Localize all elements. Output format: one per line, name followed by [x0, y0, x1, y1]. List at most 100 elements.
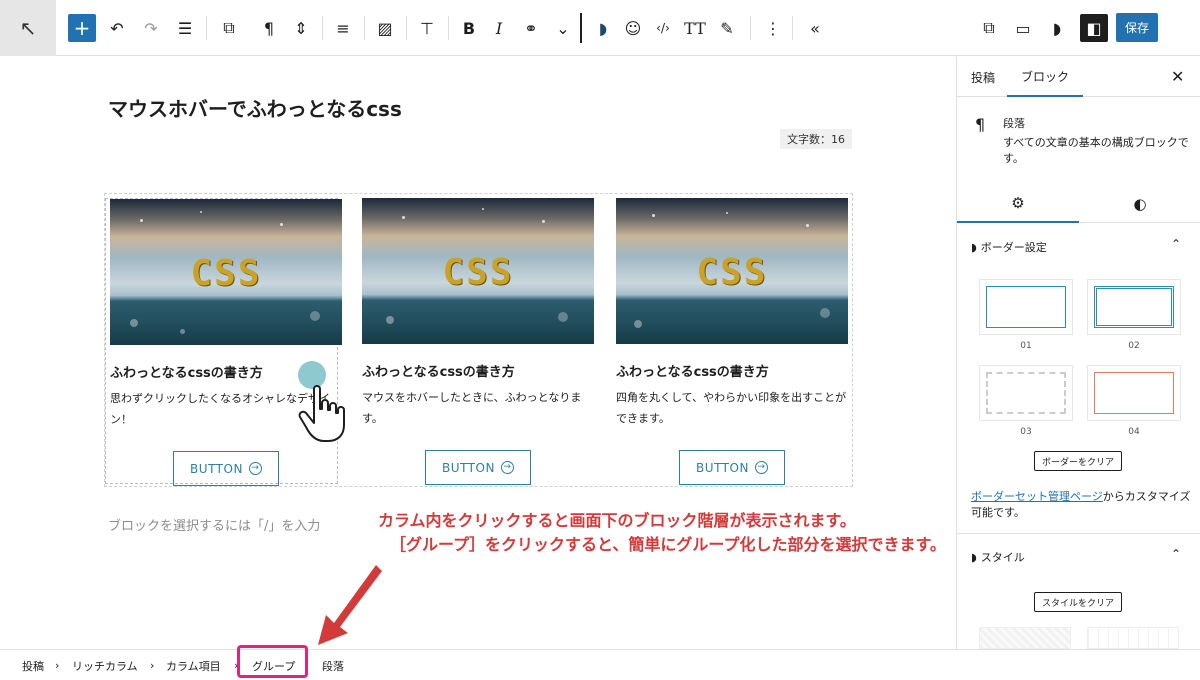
breadcrumb-item-post[interactable]: 投稿 [22, 650, 44, 680]
tab-post[interactable]: 投稿 [971, 57, 995, 97]
clear-style-button[interactable]: スタイルをクリア [1034, 592, 1123, 612]
toolbar-divider [750, 16, 751, 40]
select-arrow-icon[interactable]: ↖ [0, 0, 56, 56]
css-logo-text: CSS [442, 252, 514, 293]
border-panel-title: ボーダー設定 [980, 241, 1047, 254]
border-option-label: 01 [1020, 341, 1032, 351]
border-panel-header[interactable]: ◗ ボーダー設定 [971, 239, 1047, 255]
highlighter-icon[interactable]: ✎ [714, 14, 740, 42]
external-preview-icon[interactable]: ⧉ [976, 14, 1002, 42]
chevron-up-icon[interactable]: ⌃ [1171, 237, 1181, 251]
toolbar-divider [322, 16, 323, 40]
column-button[interactable]: BUTTON → [173, 451, 279, 486]
block-breadcrumb: 投稿 › リッチカラム › カラム項目 › グループ 段落 [0, 645, 1200, 680]
border-option[interactable] [979, 365, 1073, 421]
column-image: CSS [110, 199, 342, 345]
font-size-icon[interactable]: TT [682, 14, 708, 42]
rich-columns-block[interactable]: CSS ふわっとなるcssの書き方 思わずクリックしたくなるオシャレなデザイン！… [104, 193, 853, 487]
settings-subtabs: ⚙ ◐ [957, 185, 1200, 223]
chevron-down-icon[interactable]: ⌄ [550, 14, 576, 42]
border-option[interactable] [979, 279, 1073, 335]
more-options-icon[interactable]: ⋮ [760, 14, 786, 42]
style-panel-header[interactable]: ◗ スタイル [971, 549, 1025, 565]
style-option[interactable] [1087, 627, 1179, 649]
settings-sidebar: 投稿 ブロック ✕ ¶ 段落 すべての文章の基本の構成ブロックです。 ⚙ ◐ ◗… [956, 57, 1200, 649]
text-align-icon[interactable]: ⊤ [414, 14, 440, 42]
breadcrumb-item-paragraph[interactable]: 段落 [322, 650, 344, 680]
char-count-badge: 文字数：16 [780, 129, 852, 149]
column-button[interactable]: BUTTON → [425, 450, 531, 485]
redo-icon[interactable]: ↷ [138, 14, 164, 42]
theme-leaf-icon: ◗ [971, 240, 977, 254]
collapse-toolbar-icon[interactable]: « [802, 14, 828, 42]
column-title[interactable]: ふわっとなるcssの書き方 [110, 362, 263, 381]
post-title[interactable]: マウスホバーでふわっとなるcss [108, 93, 402, 122]
column-item[interactable]: CSS ふわっとなるcssの書き方 四角を丸くして、やわらかい印象を出すことがで… [612, 198, 848, 485]
panel-divider [957, 533, 1200, 534]
sidebar-toggle-icon[interactable]: ◧ [1080, 14, 1108, 42]
column-button[interactable]: BUTTON → [679, 450, 785, 485]
border-option-label: 03 [1020, 427, 1032, 437]
undo-icon[interactable]: ↶ [104, 14, 130, 42]
block-editor: ↖ + ↶ ↷ ☰ ⧉ ¶ ⇕ ≡ ▨ ⊤ B I ⚭ ⌄ ◗ ☺ ‹/› TT… [0, 0, 1200, 680]
button-label: BUTTON [442, 460, 495, 475]
border-note: ボーダーセット管理ページからカスタマイズ可能です。 [971, 489, 1193, 521]
block-placeholder[interactable]: ブロックを選択するには「/」を入力 [108, 515, 320, 534]
border-option-label: 02 [1128, 341, 1140, 351]
theme-leaf-icon[interactable]: ◗ [1044, 14, 1070, 42]
move-arrows-icon[interactable]: ⇕ [288, 14, 314, 42]
border-option-label: 04 [1128, 427, 1140, 437]
block-description: すべての文章の基本の構成ブロックです。 [1003, 136, 1189, 165]
tab-block[interactable]: ブロック [1007, 57, 1084, 97]
column-description[interactable]: マウスをホバーしたときに、ふわっとなります。 [362, 387, 594, 429]
toolbar-divider [792, 16, 793, 40]
align-left-icon[interactable]: ≡ [330, 14, 356, 42]
emoji-icon[interactable]: ☺ [620, 14, 646, 42]
arrow-right-circle-icon: → [754, 461, 768, 474]
button-label: BUTTON [190, 461, 243, 476]
block-transform-icon[interactable]: ⧉ [216, 14, 242, 42]
column-description[interactable]: 四角を丸くして、やわらかい印象を出すことができます。 [616, 387, 848, 429]
breadcrumb-item-column[interactable]: カラム項目 [166, 650, 221, 680]
column-title[interactable]: ふわっとなるcssの書き方 [616, 361, 769, 380]
column-image: CSS [362, 198, 594, 344]
styles-contrast-icon[interactable]: ◐ [1079, 185, 1200, 223]
toolbar-divider [580, 13, 582, 43]
editor-canvas: マウスホバーでふわっとなるcss 文字数：16 CSS ふわっとなるcssの書き… [0, 57, 957, 649]
toolbar-divider [206, 16, 207, 40]
border-option[interactable] [1087, 365, 1181, 421]
clear-border-button[interactable]: ボーダーをクリア [1034, 451, 1123, 471]
breadcrumb-item-group[interactable]: グループ [252, 650, 295, 680]
column-image: CSS [616, 198, 848, 344]
code-icon[interactable]: ‹/› [650, 14, 676, 42]
add-block-icon[interactable]: + [68, 14, 96, 42]
border-option[interactable] [1087, 279, 1181, 335]
list-view-icon[interactable]: ☰ [172, 14, 198, 42]
column-title[interactable]: ふわっとなるcssの書き方 [362, 361, 515, 380]
image-icon[interactable]: ▨ [372, 14, 398, 42]
gear-icon[interactable]: ⚙ [957, 185, 1079, 223]
theme-leaf-icon: ◗ [971, 550, 977, 564]
annotation-line: カラム内をクリックすると画面下のブロック階層が表示されます。 [378, 511, 856, 530]
desktop-preview-icon[interactable]: ▭ [1010, 14, 1036, 42]
tutorial-annotation: カラム内をクリックすると画面下のブロック階層が表示されます。 ［グループ］をクリ… [340, 509, 960, 557]
save-button[interactable]: 保存 [1116, 13, 1158, 42]
pointer-hand-icon [298, 385, 345, 442]
chevron-up-icon[interactable]: ⌃ [1171, 547, 1181, 561]
border-manage-link[interactable]: ボーダーセット管理ページ [971, 490, 1103, 503]
close-icon[interactable]: ✕ [1171, 67, 1184, 86]
top-toolbar: ↖ + ↶ ↷ ☰ ⧉ ¶ ⇕ ≡ ▨ ⊤ B I ⚭ ⌄ ◗ ☺ ‹/› TT… [0, 0, 1200, 56]
column-item[interactable]: CSS ふわっとなるcssの書き方 マウスをホバーしたときに、ふわっとなります。… [358, 198, 594, 485]
arrow-right-circle-icon: → [248, 462, 262, 475]
link-icon[interactable]: ⚭ [518, 14, 544, 42]
block-name: 段落 [1003, 117, 1025, 130]
bold-icon[interactable]: B [456, 14, 482, 42]
theme-leaf-icon[interactable]: ◗ [590, 14, 616, 42]
paragraph-icon[interactable]: ¶ [256, 14, 282, 42]
style-option[interactable] [979, 627, 1071, 649]
toolbar-divider [448, 16, 449, 40]
italic-icon[interactable]: I [486, 14, 512, 42]
breadcrumb-item-rich-columns[interactable]: リッチカラム [72, 650, 138, 680]
sidebar-tabs: 投稿 ブロック ✕ [957, 57, 1200, 97]
css-logo-text: CSS [190, 253, 262, 294]
